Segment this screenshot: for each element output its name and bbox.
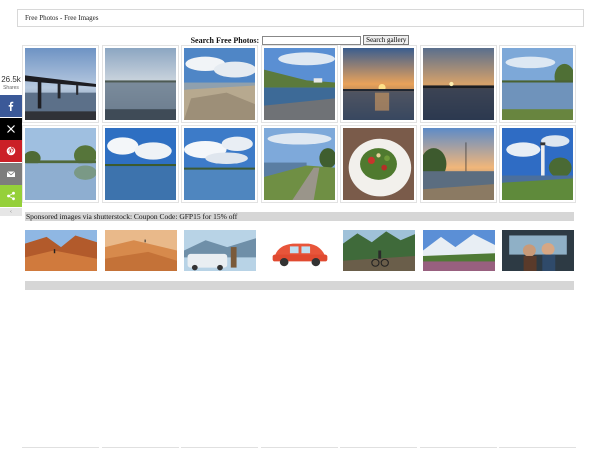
search-gallery-button[interactable]: Search gallery (363, 35, 410, 45)
photo-sunset-sailboat-pier (420, 128, 494, 200)
gallery-thumbnail[interactable] (419, 125, 497, 203)
gallery-thumbnail[interactable] (340, 45, 417, 123)
photo-mountain-biker (343, 230, 415, 271)
gallery-thumbnail[interactable] (22, 45, 99, 123)
photo-sunset-water (343, 48, 414, 120)
search-input[interactable] (262, 35, 362, 45)
pinterest-share-button[interactable] (0, 140, 22, 162)
photo-desert-dunes (104, 230, 177, 271)
sponsored-thumbnail[interactable] (263, 230, 336, 271)
photo-red-car-cartoon (263, 230, 336, 271)
photo-canyon-hikers (25, 230, 97, 271)
email-share-button[interactable] (0, 162, 22, 185)
gallery-thumbnail[interactable] (260, 125, 338, 203)
sponsored-thumbnail[interactable] (422, 230, 495, 271)
photo-clouds-over-water (184, 128, 255, 200)
gallery-thumbnail[interactable] (101, 45, 179, 123)
photo-blue-sky-clouds-lake (104, 128, 176, 200)
photo-car-travel-couple (184, 230, 256, 271)
photo-lake-reflection-trees (502, 48, 575, 120)
twitter-share-button[interactable] (0, 117, 22, 140)
facebook-icon (8, 101, 14, 111)
photo-gallery-grid (22, 45, 576, 203)
sponsored-thumbnail[interactable] (25, 230, 97, 271)
gallery-thumbnail[interactable] (260, 45, 338, 123)
photo-lighthouse-shore (502, 128, 573, 200)
gallery-thumbnail[interactable] (181, 125, 258, 203)
email-icon (6, 170, 16, 177)
divider-bar (25, 281, 574, 290)
photo-lakeside-path (263, 128, 336, 200)
breadcrumb[interactable]: Free Photos - Free Images (17, 9, 584, 27)
photo-mountain-wildflowers (422, 230, 495, 271)
x-icon (7, 124, 15, 133)
share-count: 26.5k Shares (0, 75, 22, 95)
photo-lake-trees-reflection (23, 128, 97, 200)
photo-sunset-lake (422, 48, 494, 120)
sponsored-thumbnail[interactable] (184, 230, 256, 271)
photo-bridge-over-river (25, 48, 96, 120)
search-label: Search Free Photos: (190, 35, 260, 45)
gallery-thumbnail[interactable] (499, 125, 576, 203)
gallery-thumbnail[interactable] (340, 125, 417, 203)
share-count-label: Shares (3, 85, 19, 91)
photo-couple-in-car (502, 230, 574, 271)
more-share-button[interactable] (0, 185, 22, 207)
photo-salad-plate (343, 128, 414, 200)
facebook-share-button[interactable] (0, 95, 22, 117)
pinterest-icon (6, 146, 16, 156)
sponsored-banner[interactable]: Sponsored images via shutterstock: Coupo… (25, 212, 574, 221)
share-collapse-toggle[interactable]: ‹ (0, 207, 22, 216)
sponsored-thumbnail[interactable] (502, 230, 574, 271)
photo-rocky-beach-clouds (184, 48, 257, 120)
gallery-thumbnail[interactable] (419, 45, 497, 123)
gallery-thumbnail[interactable] (499, 45, 576, 123)
gallery-thumbnail[interactable] (181, 45, 258, 123)
sponsored-thumbnail[interactable] (343, 230, 415, 271)
share-sidebar: 26.5k Shares ‹ (0, 75, 22, 216)
share-count-number: 26.5k (1, 75, 21, 84)
sponsored-images-row (25, 230, 574, 271)
share-icon (7, 191, 15, 201)
gallery-thumbnail[interactable] (101, 125, 179, 203)
photo-lakeshore-boats (263, 48, 335, 120)
sponsored-thumbnail[interactable] (104, 230, 177, 271)
gallery-thumbnail[interactable] (22, 125, 99, 203)
photo-calm-lake-horizon (104, 48, 176, 120)
